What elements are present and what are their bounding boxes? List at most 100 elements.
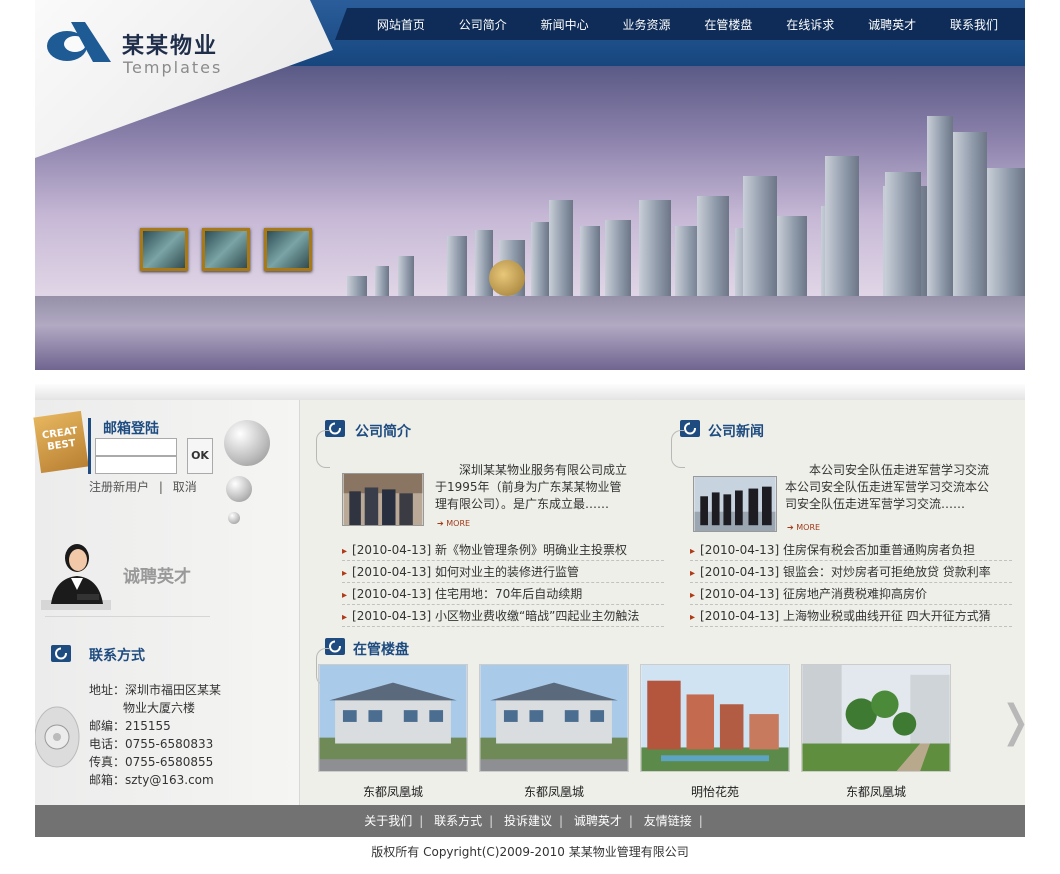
footer-separator: | (419, 814, 424, 828)
footer-separator: | (628, 814, 633, 828)
footer-link-about[interactable]: 关于我们 (364, 814, 412, 828)
creat-best-sticker: CREAT BEST (33, 410, 89, 474)
logo-icon (47, 22, 111, 62)
news-more-link[interactable]: ➔ MORE (787, 523, 820, 532)
contact-fax: 传真：0755-6580855 (89, 755, 214, 769)
news-text: 本公司安全队伍走进军营学习交流本公司安全队伍走进军营学习交流本公司安全队伍走进军… (785, 463, 990, 511)
about-title: 公司简介 (355, 424, 411, 440)
telephone-icon (35, 706, 80, 768)
property-image (640, 664, 790, 772)
nav-about[interactable]: 公司简介 (459, 16, 507, 33)
nav-contact[interactable]: 联系我们 (950, 16, 998, 33)
skyline-building (743, 176, 777, 296)
property-name: 东都凤凰城 (845, 785, 906, 799)
contact-address-cont: 物业大厦六楼 (123, 701, 196, 715)
banner-thumb[interactable] (140, 228, 188, 271)
property-card[interactable]: 东都凤凰城 (801, 664, 951, 800)
skyline-building (697, 196, 729, 296)
footer-link-jobs[interactable]: 诚聘英才 (574, 814, 622, 828)
skyline-building (987, 168, 1025, 296)
nav-properties[interactable]: 在管楼盘 (704, 16, 752, 33)
skyline-building (580, 226, 600, 296)
property-image (318, 664, 468, 772)
sphere-icon (226, 476, 252, 502)
list-item[interactable]: [2010-04-13] 银监会：对炒房者可拒绝放贷 贷款利率 (690, 561, 1012, 583)
list-item[interactable]: [2010-04-13] 征房地产消费税难抑高房价 (690, 583, 1012, 605)
skyline-building (885, 172, 921, 296)
dome-building (489, 260, 525, 296)
footer-link-friends[interactable]: 友情链接 (644, 814, 692, 828)
footer-separator: | (489, 814, 494, 828)
property-card[interactable]: 东都凤凰城 (318, 664, 468, 800)
footer-separator: | (558, 814, 564, 828)
cancel-link[interactable]: 取消 (173, 480, 197, 494)
register-link[interactable]: 注册新用户 (89, 480, 149, 494)
link-separator: | (158, 480, 163, 494)
list-item[interactable]: [2010-04-13] 新《物业管理条例》明确业主投票权 (342, 539, 664, 561)
contact-info: 地址：深圳市福田区某某 物业大厦六楼 邮编：215155 电话：0755-658… (89, 681, 221, 789)
nav-business[interactable]: 业务资源 (623, 16, 671, 33)
about-news-list: [2010-04-13] 新《物业管理条例》明确业主投票权 [2010-04-1… (342, 539, 664, 627)
decorative-curl (671, 430, 685, 468)
properties-carousel: 东都凤凰城 东都凤凰城 明怡花苑 东都凤凰城 (318, 664, 951, 800)
skyline-building (825, 156, 859, 296)
contact-postcode: 邮编：215155 (89, 719, 171, 733)
decorative-curl (316, 430, 330, 468)
list-item[interactable]: [2010-04-13] 上海物业税或曲线开征 四大开征方式猜 (690, 605, 1012, 627)
banner-thumb[interactable] (202, 228, 250, 271)
news-photo (693, 476, 777, 532)
receptionist-icon (41, 544, 111, 610)
sphere-icon (224, 420, 270, 466)
hero-banner (35, 66, 1025, 370)
skyline-building (777, 216, 807, 296)
company-news-list: [2010-04-13] 住房保有税会否加重普通购房者负担 [2010-04-1… (690, 539, 1012, 627)
recruit-link[interactable]: 诚聘英才 (123, 562, 191, 587)
nav-home[interactable]: 网站首页 (377, 16, 425, 33)
property-name: 东都凤凰城 (362, 785, 423, 799)
nav-news[interactable]: 新闻中心 (541, 16, 589, 33)
sphere-icon (228, 512, 240, 524)
logo-title: 某某物业 (122, 33, 219, 59)
property-image (479, 664, 629, 772)
about-photo (342, 473, 424, 526)
list-item[interactable]: [2010-04-13] 住宅用地：70年后自动续期 (342, 583, 664, 605)
nav-jobs[interactable]: 诚聘英才 (868, 16, 916, 33)
skyline-building (549, 200, 573, 296)
skyline-building (927, 116, 953, 296)
sidebar: CREAT BEST 邮箱登陆 OK 注册新用户 | 取消 诚聘英才 联系方式 … (33, 400, 300, 805)
footer-separator: | (698, 814, 703, 828)
property-name: 东都凤凰城 (523, 785, 584, 799)
property-image (801, 664, 951, 772)
contact-phone: 电话：0755-6580833 (89, 737, 214, 751)
list-item[interactable]: [2010-04-13] 小区物业费收缴“暗战”四起业主勿触法 (342, 605, 664, 627)
more-label: MORE (796, 523, 821, 532)
skyline-building (953, 132, 987, 296)
footer-nav: 关于我们 | 联系方式 | 投诉建议 | 诚聘英才 | 友情链接 | (35, 805, 1025, 837)
water-reflection (35, 296, 1025, 370)
copyright: 版权所有 Copyright(C)2009-2010 某某物业管理有限公司 (371, 845, 689, 859)
skyline-building (398, 256, 414, 296)
list-item[interactable]: [2010-04-13] 住房保有税会否加重普通购房者负担 (690, 539, 1012, 561)
nav-complaints[interactable]: 在线诉求 (786, 16, 834, 33)
mail-login-links: 注册新用户 | 取消 (89, 478, 197, 495)
property-card[interactable]: 明怡花苑 (640, 664, 790, 800)
divider (45, 616, 210, 617)
carousel-next-arrow[interactable]: ❭ (997, 696, 1034, 747)
mail-username-input[interactable] (95, 438, 177, 456)
about-more-link[interactable]: ➔ MORE (437, 519, 470, 528)
skyline-building (347, 276, 367, 296)
skyline-building (531, 222, 549, 296)
skyline-building (639, 200, 671, 296)
mail-accent-bar (88, 418, 91, 474)
mail-login-title: 邮箱登陆 (103, 421, 159, 437)
banner-thumb[interactable] (264, 228, 312, 271)
footer-link-complaints[interactable]: 投诉建议 (504, 814, 552, 828)
mail-password-input[interactable] (95, 456, 177, 474)
main-content: CREAT BEST 邮箱登陆 OK 注册新用户 | 取消 诚聘英才 联系方式 … (33, 400, 1034, 805)
property-card[interactable]: 东都凤凰城 (479, 664, 629, 800)
footer-link-contact[interactable]: 联系方式 (434, 814, 482, 828)
mail-login-button[interactable]: OK (187, 438, 213, 474)
logo-subtitle: Templates (123, 58, 223, 77)
list-item[interactable]: [2010-04-13] 如何对业主的装修进行监管 (342, 561, 664, 583)
skyline-building (375, 266, 389, 296)
